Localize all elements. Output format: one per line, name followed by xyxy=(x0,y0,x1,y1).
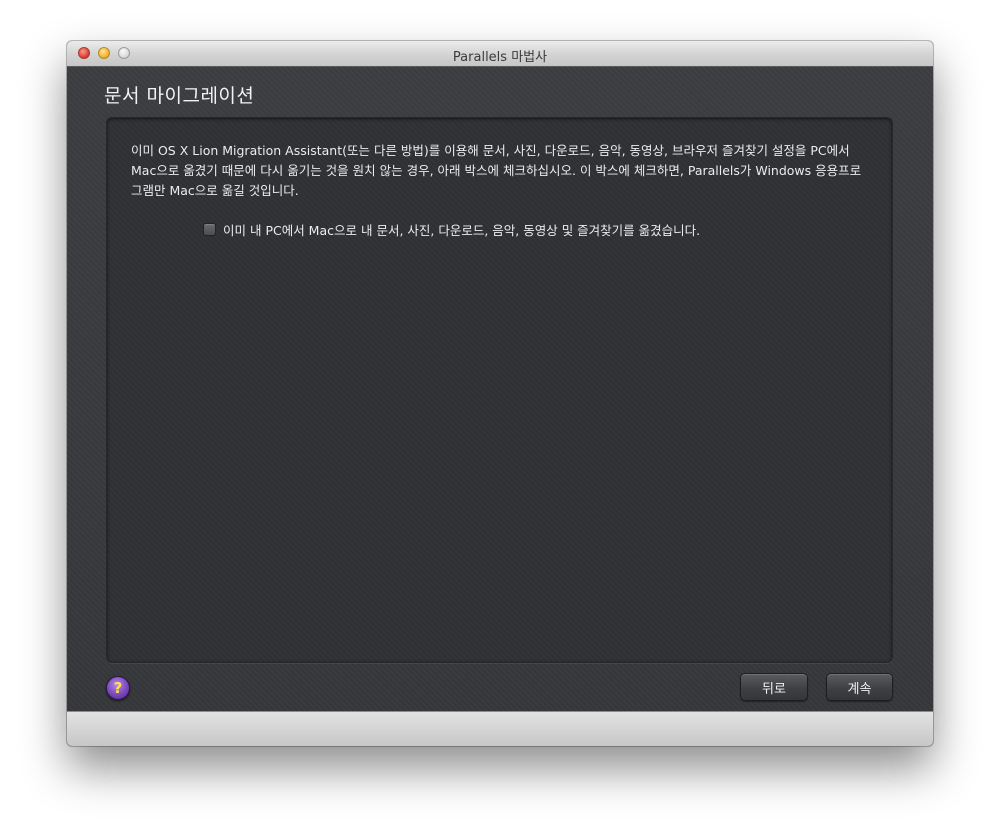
page-title: 문서 마이그레이션 xyxy=(104,85,255,107)
migration-description: 이미 OS X Lion Migration Assistant(또는 다른 방… xyxy=(131,143,862,198)
already-migrated-option[interactable]: 이미 내 PC에서 Mac으로 내 문서, 사진, 다운로드, 음악, 동영상 … xyxy=(203,220,700,238)
content-panel: 이미 OS X Lion Migration Assistant(또는 다른 방… xyxy=(106,117,893,663)
question-mark-icon: ? xyxy=(113,679,123,697)
window-bottom-bar xyxy=(67,711,933,746)
already-migrated-label[interactable]: 이미 내 PC에서 Mac으로 내 문서, 사진, 다운로드, 음악, 동영상 … xyxy=(223,220,700,239)
window-title: Parallels 마법사 xyxy=(452,50,548,65)
title-bar[interactable]: Parallels 마법사 xyxy=(67,41,933,67)
wizard-window: Parallels 마법사 문서 마이그레이션 이미 OS X Lion Mig… xyxy=(67,41,933,746)
help-button[interactable]: ? xyxy=(106,676,130,700)
back-button[interactable]: 뒤로 xyxy=(740,673,808,701)
continue-button[interactable]: 계속 xyxy=(826,673,893,701)
already-migrated-checkbox[interactable] xyxy=(203,222,216,236)
wizard-content: 문서 마이그레이션 이미 OS X Lion Migration Assista… xyxy=(67,67,933,711)
